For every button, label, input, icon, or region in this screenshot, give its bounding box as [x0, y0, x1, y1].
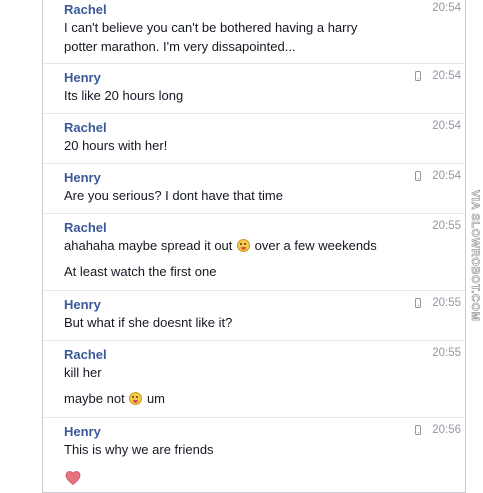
message-text: Are you serious? I dont have that time — [64, 188, 283, 203]
sender-name[interactable]: Rachel — [64, 2, 107, 17]
sender-name[interactable]: Rachel — [64, 220, 107, 235]
message-timestamp: 20:54 — [432, 70, 461, 82]
tongue-out-emoji-icon — [129, 392, 143, 405]
message-divider — [43, 290, 465, 291]
mobile-phone-icon — [415, 71, 421, 81]
message-text: I can't believe you can't be bothered ha… — [64, 20, 358, 35]
sender-name[interactable]: Henry — [64, 170, 101, 185]
watermark: VIA SLOWROBOT.COM — [469, 190, 482, 322]
message-timestamp: 20:55 — [432, 347, 461, 359]
message-text-part: over a few weekends — [254, 238, 377, 253]
message-text: Its like 20 hours long — [64, 88, 184, 103]
message-timestamp: 20:54 — [432, 170, 461, 182]
mobile-phone-icon — [415, 171, 421, 181]
message-timestamp: 20:55 — [432, 220, 461, 232]
message-text: ahahaha maybe spread it out over a few w… — [64, 237, 377, 255]
message-divider — [43, 113, 465, 114]
sender-name[interactable]: Henry — [64, 424, 101, 439]
message-text-part: ahahaha maybe spread it out — [64, 238, 233, 253]
sender-name[interactable]: Rachel — [64, 347, 107, 362]
message-text-part: maybe not — [64, 391, 125, 406]
message-divider — [43, 417, 465, 418]
message-text: This is why we are friends — [64, 442, 214, 457]
message-text: potter marathon. I'm very dissapointed..… — [64, 39, 296, 54]
message-timestamp: 20:54 — [432, 2, 461, 14]
message-timestamp: 20:54 — [432, 120, 461, 132]
heart-icon — [65, 471, 81, 486]
chat-conversation: Rachel 20:54 I can't believe you can't b… — [42, 0, 466, 493]
message-divider — [43, 63, 465, 64]
message-text: kill her — [64, 365, 102, 380]
message-timestamp: 20:56 — [432, 424, 461, 436]
mobile-phone-icon — [415, 425, 421, 435]
message-text-part: um — [146, 391, 166, 406]
sender-name[interactable]: Henry — [64, 70, 101, 85]
message-text: 20 hours with her! — [64, 138, 168, 153]
watermark-text: VIA SLOWROBOT.COM — [469, 190, 482, 322]
message-divider — [43, 213, 465, 214]
message-timestamp: 20:55 — [432, 297, 461, 309]
message-text: But what if she doesnt like it? — [64, 315, 233, 330]
sender-name[interactable]: Henry — [64, 297, 101, 312]
message-text: maybe not um — [64, 390, 165, 408]
sender-name[interactable]: Rachel — [64, 120, 107, 135]
tongue-out-emoji-icon — [237, 239, 251, 252]
message-divider — [43, 163, 465, 164]
message-divider — [43, 340, 465, 341]
mobile-phone-icon — [415, 298, 421, 308]
message-text: At least watch the first one — [64, 264, 217, 279]
